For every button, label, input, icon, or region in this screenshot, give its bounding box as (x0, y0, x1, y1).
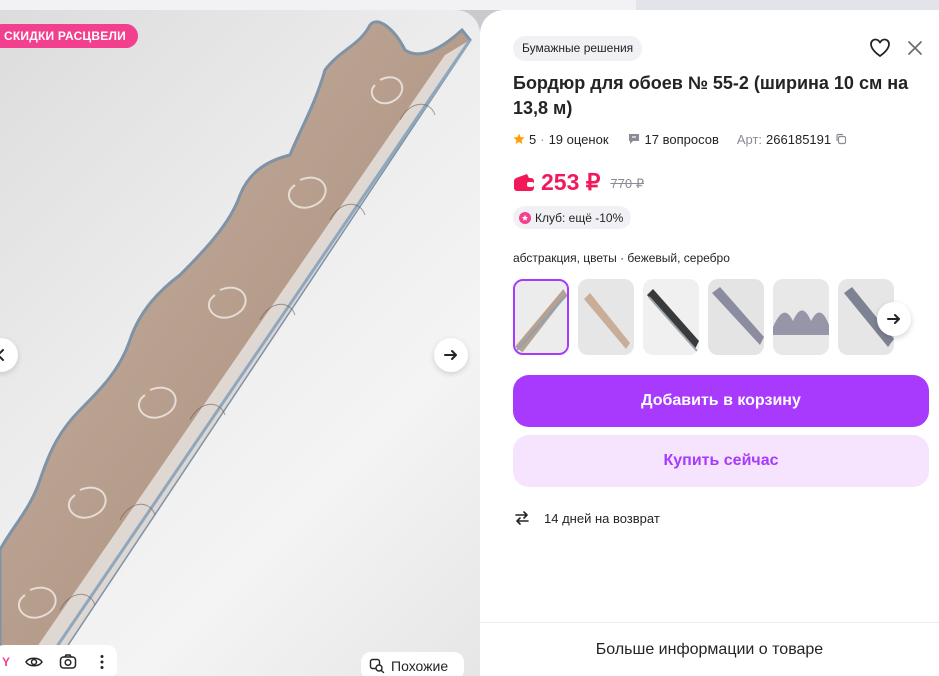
arrow-right-icon (887, 314, 900, 324)
questions-icon (628, 134, 639, 144)
questions-count[interactable]: 17 вопросов (645, 132, 719, 147)
variant-label: абстракция, цветы · бежевый, серебро (513, 251, 730, 265)
variant-thumbnails (513, 279, 939, 355)
club-icon (519, 211, 531, 224)
more-vertical-icon[interactable] (92, 652, 112, 672)
wallpaper-border-image (0, 20, 472, 676)
backdrop (0, 0, 939, 10)
club-text: Клуб: ещё -10% (535, 210, 624, 225)
variant-thumbnail[interactable] (708, 279, 764, 355)
wallet-icon (514, 174, 534, 191)
close-button[interactable] (905, 38, 925, 58)
rating-value[interactable]: 5 (529, 132, 536, 147)
copy-icon[interactable] (835, 133, 847, 145)
club-discount-chip[interactable]: Клуб: ещё -10% (513, 206, 632, 229)
article-label: Арт: (736, 131, 763, 147)
returns-info: 14 дней на возврат (513, 508, 660, 528)
current-price: 253 ₽ (541, 168, 601, 195)
heart-icon (870, 38, 890, 57)
favorite-button[interactable] (869, 37, 891, 59)
promo-badge[interactable]: СКИДКИ РАСЦВЕЛИ (0, 24, 138, 48)
similar-label: Похожие (391, 658, 449, 674)
old-price: 770 ₽ (610, 176, 644, 191)
add-to-cart-button[interactable]: Добавить в корзину (513, 375, 929, 427)
brand-link[interactable]: Бумажные решения (513, 36, 643, 61)
product-meta: 5 · 19 оценок 17 вопросов Арт: 266185191 (513, 131, 847, 147)
price-row: 253 ₽ 770 ₽ (513, 167, 644, 197)
gallery-next-button[interactable] (434, 338, 468, 372)
brand-logo: Y (2, 655, 11, 669)
reviews-count[interactable]: 19 оценок (549, 132, 609, 147)
photo-toolbar: Y (0, 645, 117, 676)
variant-thumbnail[interactable] (578, 279, 634, 355)
product-title: Бордюр для обоев № 55-2 (ширина 10 см на… (513, 73, 909, 118)
variant-thumbnail[interactable] (513, 279, 569, 355)
product-photo[interactable]: СКИДКИ РАСЦВЕЛИ Y Похожие (0, 10, 480, 676)
buy-now-button[interactable]: Купить сейчас (513, 435, 929, 487)
similar-button[interactable]: Похожие (361, 652, 464, 676)
more-info-link[interactable]: Больше информации о товаре (480, 622, 939, 676)
product-info-panel: Бумажные решения Бордюр для обоев № 55-2… (480, 10, 939, 676)
camera-search-icon[interactable] (58, 652, 78, 672)
close-icon (908, 41, 922, 55)
returns-text: 14 дней на возврат (544, 510, 660, 526)
arrow-right-icon (444, 350, 457, 360)
star-icon (513, 133, 525, 144)
variant-thumbnail[interactable] (773, 279, 829, 355)
chevron-left-icon (0, 349, 4, 361)
rating-dot: · (540, 131, 545, 147)
article-number: 266185191 (766, 131, 832, 147)
eye-icon[interactable] (24, 652, 44, 672)
thumbnails-next-button[interactable] (877, 302, 911, 336)
variant-thumbnail[interactable] (643, 279, 699, 355)
similar-search-icon (369, 658, 385, 674)
return-arrows-icon (515, 511, 529, 525)
